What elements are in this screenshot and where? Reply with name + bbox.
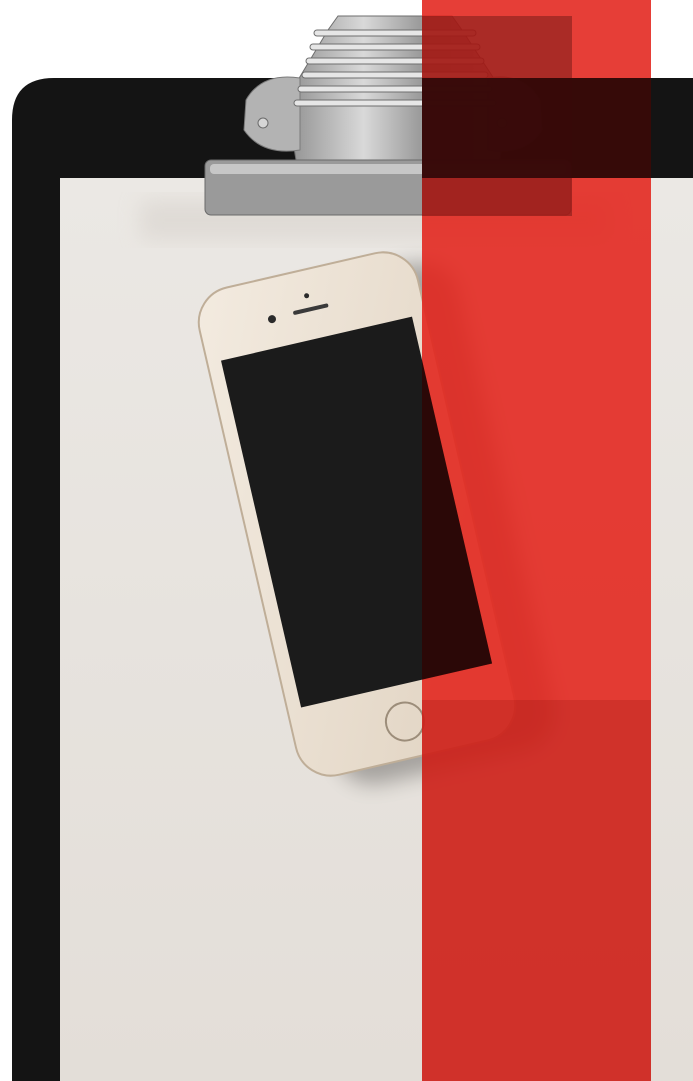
red-stripe-bottom-shade (422, 700, 651, 1081)
right-margin (651, 0, 693, 78)
photo-scene (0, 0, 693, 1081)
clipboard-phone-illustration (12, 0, 693, 1081)
stripe-clip-overlap (422, 16, 572, 216)
clip-rivet-left (257, 117, 269, 129)
